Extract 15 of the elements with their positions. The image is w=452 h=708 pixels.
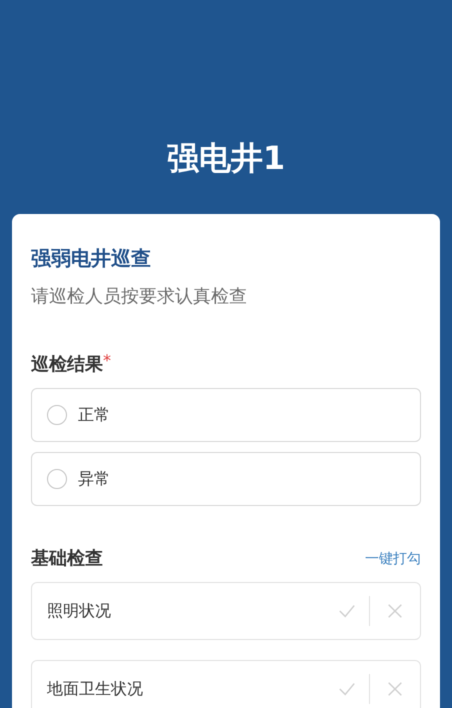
field-label: 巡检结果 xyxy=(31,353,103,377)
close-icon[interactable] xyxy=(386,680,404,698)
check-item-label: 照明状况 xyxy=(47,600,112,622)
form-title: 强弱电井巡查 xyxy=(31,245,152,272)
radio-option[interactable]: 异常 xyxy=(31,452,421,506)
radio-option[interactable]: 正常 xyxy=(31,388,421,442)
check-item-label: 地面卫生状况 xyxy=(47,678,144,700)
check-icon[interactable] xyxy=(338,602,356,620)
required-mark: * xyxy=(103,352,111,370)
check-all-link[interactable]: 一键打勾 xyxy=(365,546,421,572)
form-description: 请巡检人员按要求认真检查 xyxy=(31,285,248,309)
check-icon[interactable] xyxy=(338,680,356,698)
section-label: 基础检查 xyxy=(31,547,103,571)
page-title: 强电井1 xyxy=(166,138,286,179)
close-icon[interactable] xyxy=(386,602,404,620)
